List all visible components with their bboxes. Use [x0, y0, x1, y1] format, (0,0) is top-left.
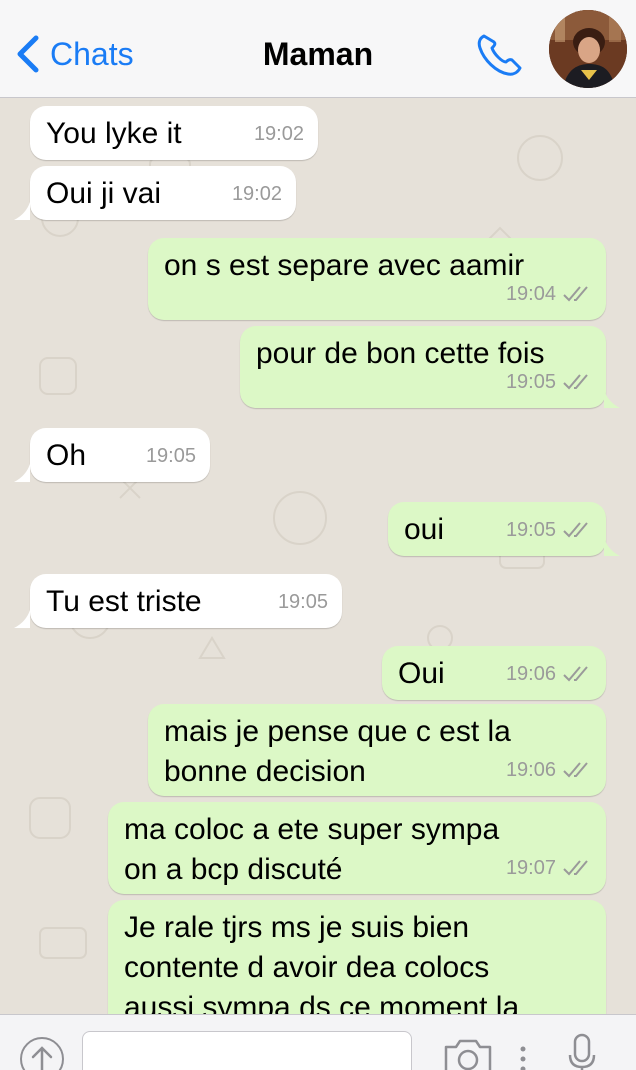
message-time: 19:05 — [505, 519, 556, 541]
message-time: 19:06 — [505, 759, 556, 781]
chat-header: Chats Maman — [0, 0, 636, 98]
message-list[interactable]: You lyke it 19:02 Oui ji vai 19:02 on s … — [0, 98, 636, 1014]
message-time: 19:04 — [505, 283, 556, 305]
message-text-line: Je rale tjrs ms je suis bien — [124, 911, 470, 944]
message-meta: 19:05 — [506, 362, 592, 402]
message-time: 19:05 — [145, 445, 196, 467]
read-ticks-icon — [563, 762, 588, 778]
message-text-line: mais je pense que c est la — [164, 715, 511, 748]
bubble-tail — [14, 464, 30, 482]
read-ticks-icon — [563, 286, 588, 302]
message-meta: 19:07 — [506, 848, 592, 888]
phone-icon[interactable] — [474, 30, 526, 78]
arrow-up-circle-icon[interactable] — [18, 1035, 66, 1070]
message-text-line: ma coloc a ete super sympa — [124, 813, 500, 846]
message-time: 19:05 — [277, 591, 328, 613]
message-bubble-outgoing[interactable]: pour de bon cette fois 19:05 — [240, 326, 606, 408]
bubble-tail — [14, 610, 30, 628]
message-time: 19:05 — [505, 371, 556, 393]
message-bubble-outgoing[interactable]: mais je pense que c est la bonne decisio… — [148, 704, 606, 796]
bubble-tail — [604, 538, 620, 556]
message-bubble-incoming[interactable]: You lyke it 19:02 — [30, 106, 318, 160]
message-meta: 19:06 — [506, 654, 592, 694]
message-bubble-outgoing[interactable]: oui 19:05 — [388, 502, 606, 556]
message-text-line: contente d avoir dea colocs — [124, 951, 490, 984]
message-bubble-incoming[interactable]: Oui ji vai 19:02 — [30, 166, 296, 220]
message-time: 19:02 — [231, 183, 282, 205]
message-bubble-outgoing[interactable]: Oui 19:06 — [382, 646, 606, 700]
message-bubble-outgoing[interactable]: Je rale tjrs ms je suis bien contente d … — [108, 900, 606, 1014]
avatar-image — [549, 10, 627, 88]
message-meta: 19:05 — [506, 510, 592, 550]
vertical-dots-icon[interactable] — [518, 1045, 528, 1070]
read-ticks-icon — [563, 860, 588, 876]
message-bubble-incoming[interactable]: Oh 19:05 — [30, 428, 210, 482]
read-ticks-icon — [563, 522, 588, 538]
message-text-line: aussi sympa ds ce moment la — [124, 991, 520, 1014]
message-bubble-incoming[interactable]: Tu est triste 19:05 — [30, 574, 342, 628]
message-bubble-outgoing[interactable]: on s est separe avec aamir 19:04 — [148, 238, 606, 320]
message-time: 19:02 — [253, 123, 304, 145]
contact-name[interactable]: Maman — [0, 36, 636, 73]
composer-bar — [0, 1014, 636, 1070]
message-time: 19:06 — [505, 663, 556, 685]
camera-icon[interactable] — [442, 1037, 494, 1070]
read-ticks-icon — [563, 666, 588, 682]
microphone-icon[interactable] — [566, 1033, 598, 1070]
bubble-tail — [14, 202, 30, 220]
message-input[interactable] — [82, 1031, 412, 1070]
contact-avatar[interactable] — [549, 10, 627, 88]
bubble-tail — [604, 390, 620, 408]
message-meta: 19:06 — [506, 750, 592, 790]
message-bubble-outgoing[interactable]: ma coloc a ete super sympa on a bcp disc… — [108, 802, 606, 894]
message-meta: 19:04 — [506, 274, 592, 314]
read-ticks-icon — [563, 374, 588, 390]
message-time: 19:07 — [505, 857, 556, 879]
